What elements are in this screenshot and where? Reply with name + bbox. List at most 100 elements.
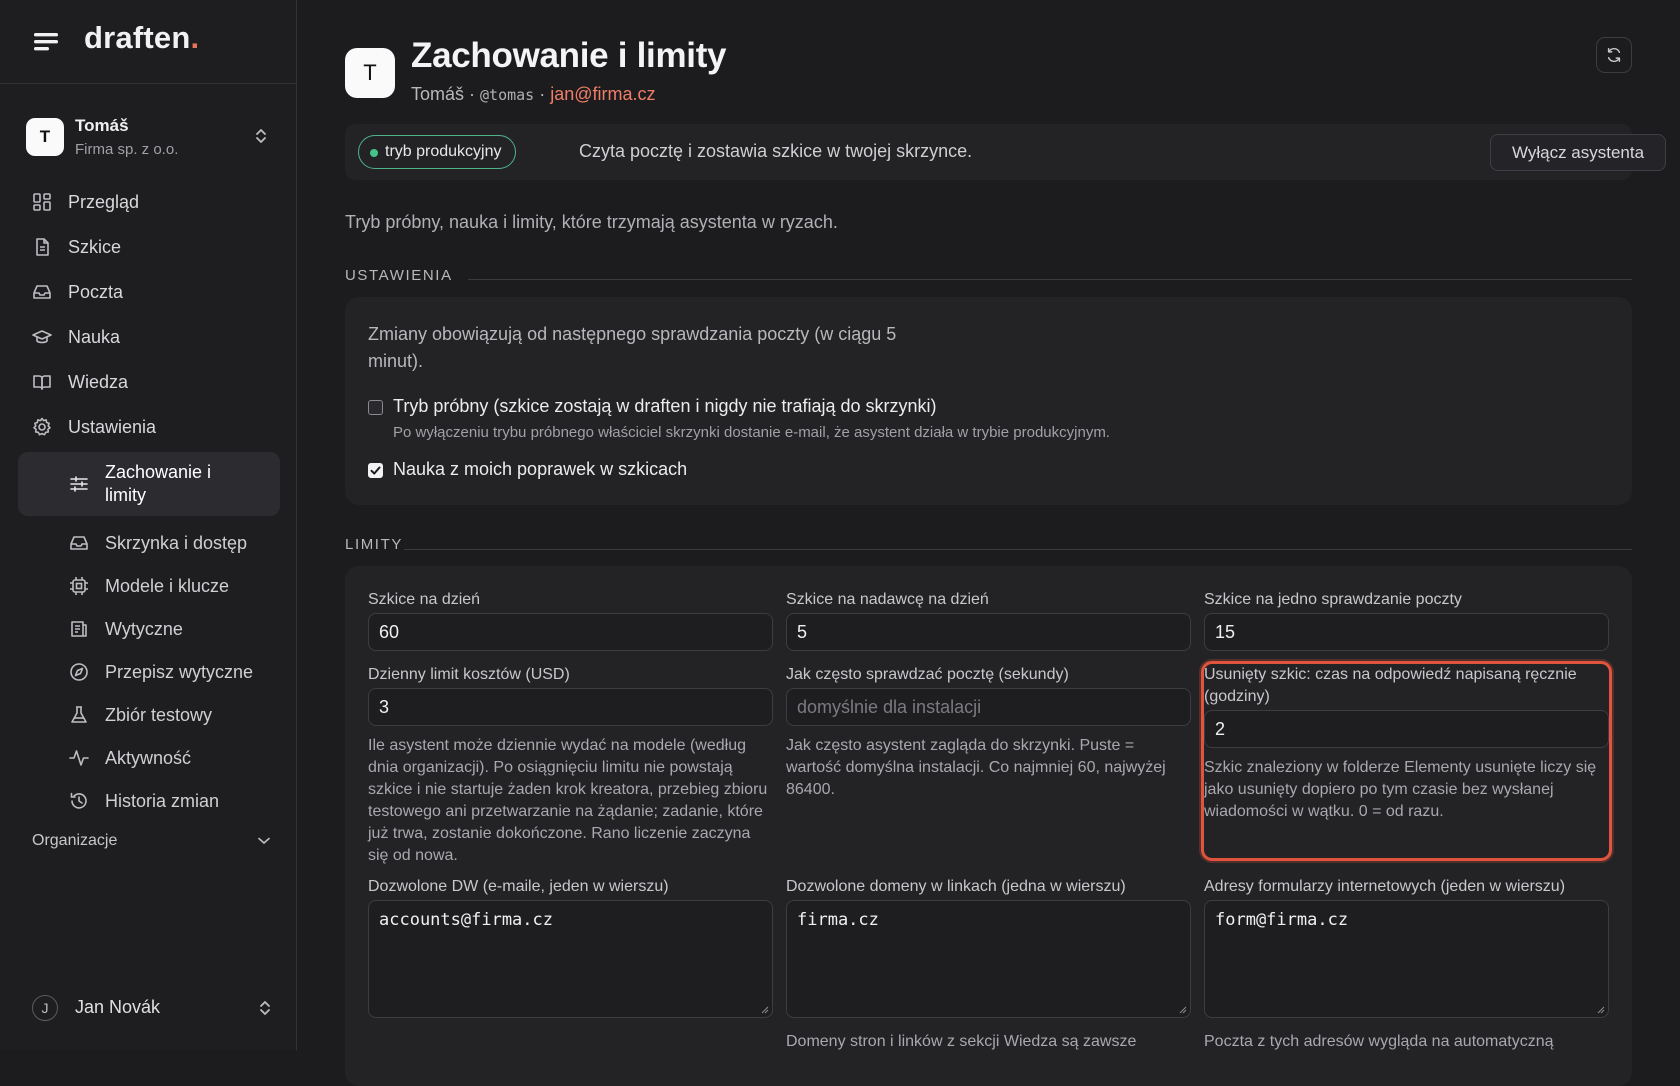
sidebar-item-nauka[interactable]: Nauka (18, 315, 280, 360)
owner-name: Tomáš (411, 84, 465, 104)
chip-icon (70, 577, 88, 595)
page-intro: Tryb próbny, nauka i limity, które trzym… (345, 212, 838, 232)
disable-assistant-button[interactable]: Wyłącz asystenta (1490, 134, 1666, 171)
field-label: Dozwolone domeny w linkach (jedna w wier… (786, 878, 1126, 895)
inbox-icon (33, 285, 51, 299)
chevron-down-icon (258, 837, 270, 845)
gear-icon (33, 417, 51, 436)
history-icon (70, 792, 87, 809)
brand-logo[interactable]: draften. (84, 20, 199, 56)
sidebar-subitem-aktywnosc[interactable]: Aktywność (18, 737, 280, 780)
field-label: Dozwolone DW (e-maile, jeden w wierszu) (368, 878, 669, 895)
sidebar-item-ustawienia[interactable]: Ustawienia (18, 405, 280, 450)
limits-card: Szkice na dzień 60 Szkice na nadawcę na … (345, 566, 1632, 1086)
learn-label: Nauka z moich poprawek w szkicach (393, 459, 688, 479)
sidebar-item-label: Zachowanie i limity (105, 462, 212, 505)
sidebar-subitem-wytyczne[interactable]: Wytyczne (18, 608, 280, 651)
divider (404, 549, 1632, 550)
deleted-draft-hours-input[interactable]: 2 (1204, 710, 1609, 748)
deleted-draft-field: Usunięty szkic: czas na odpowiedź napisa… (1201, 661, 1612, 861)
sidebar-item-szkice[interactable]: Szkice (18, 225, 280, 270)
account-org: Firma sp. z o.o. (75, 141, 179, 158)
drafts-per-sender-field: Szkice na nadawcę na dzień 5 (786, 589, 1191, 651)
sidebar-item-label: Skrzynka i dostęp (105, 533, 248, 553)
sidebar-item-label: Modele i klucze (105, 576, 230, 596)
limits-heading: LIMITY (345, 536, 403, 553)
sidebar-item-label: Aktywność (105, 748, 192, 768)
field-help: Jak często asystent zagląda do skrzynki.… (786, 737, 1166, 798)
grid-icon (33, 193, 51, 211)
sidebar-item-label: Wiedza (68, 372, 129, 392)
allowed-cc-textarea[interactable]: accounts@firma.cz (368, 900, 773, 1018)
user-menu[interactable]: J Jan Novák (32, 993, 272, 1023)
drafts-per-check-input[interactable]: 15 (1204, 613, 1609, 651)
account-name: Tomáš (75, 116, 129, 135)
allowed-cc-field: Dozwolone DW (e-maile, jeden w wierszu) … (368, 876, 773, 1018)
main-content: T Zachowanie i limity Tomáš · @tomas · j… (298, 0, 1680, 1086)
sidebar-subitem-historia[interactable]: Historia zmian (18, 780, 280, 823)
field-help: Szkic znaleziony w folderze Elementy usu… (1204, 759, 1597, 820)
sidebar-item-przeglad[interactable]: Przegląd (18, 180, 280, 225)
organizations-toggle[interactable]: Organizacje (32, 832, 272, 850)
trial-mode-checkbox[interactable] (368, 400, 383, 415)
sidebar-item-label: Historia zmian (105, 791, 220, 811)
compass-icon (70, 663, 88, 681)
field-label: Dzienny limit kosztów (USD) (368, 666, 570, 683)
sidebar-item-label: Przepisz wytyczne (105, 662, 254, 682)
cost-limit-input[interactable]: 3 (368, 688, 773, 726)
sidebar-nav: Przegląd Szkice Poczta Nauka Wiedza Usta… (18, 180, 280, 823)
poll-interval-input[interactable]: domyślnie dla instalacji (786, 688, 1191, 726)
sidebar-item-label: Przegląd (68, 192, 140, 212)
book-open-icon (33, 375, 51, 390)
owner-handle: @tomas (480, 86, 535, 104)
sidebar-subitem-zbior-testowy[interactable]: Zbiór testowy (18, 694, 280, 737)
organizations-label: Organizacje (32, 832, 118, 849)
field-label: Szkice na dzień (368, 591, 481, 608)
guidelines-icon (71, 621, 87, 637)
field-help: Ile asystent może dziennie wydać na mode… (368, 737, 768, 864)
chevron-up-down-icon (260, 1001, 270, 1015)
sidebar-item-label: Wytyczne (105, 619, 183, 639)
settings-heading: USTAWIENIA (345, 267, 453, 284)
page-avatar: T (345, 48, 395, 98)
sidebar-item-label: Nauka (68, 327, 121, 347)
form-addresses-field: Adresy formularzy internetowych (jeden w… (1204, 876, 1609, 1053)
sidebar-item-wiedza[interactable]: Wiedza (18, 360, 280, 405)
drafts-per-day-input[interactable]: 60 (368, 613, 773, 651)
owner-email-link[interactable]: jan@firma.cz (550, 84, 655, 104)
sidebar-item-label: Ustawienia (68, 417, 157, 437)
form-addresses-textarea[interactable]: form@firma.cz (1204, 900, 1609, 1018)
settings-card: Zmiany obowiązują od następnego sprawdza… (345, 297, 1632, 505)
account-switcher[interactable]: T Tomáš Firma sp. z o.o. (26, 112, 276, 162)
sidebar-subitem-skrzynka[interactable]: Skrzynka i dostęp (18, 522, 280, 565)
activity-icon (69, 750, 89, 766)
sidebar-subitem-przepisz[interactable]: Przepisz wytyczne (18, 651, 280, 694)
divider (468, 279, 1632, 280)
user-avatar: J (32, 995, 58, 1021)
resize-handle-icon[interactable] (1597, 1006, 1605, 1014)
flask-icon (71, 706, 87, 723)
cost-limit-field: Dzienny limit kosztów (USD) 3 Ile asyste… (368, 664, 773, 867)
settings-note: Zmiany obowiązują od następnego sprawdza… (368, 324, 897, 371)
sidebar-item-poczta[interactable]: Poczta (18, 270, 280, 315)
document-icon (36, 238, 49, 256)
refresh-icon (1607, 47, 1621, 63)
sidebar-item-label: Zbiór testowy (105, 705, 213, 725)
learn-checkbox[interactable] (368, 463, 383, 478)
sidebar-subitem-zachowanie-i-limity[interactable]: Zachowanie i limity (18, 452, 280, 516)
drafts-per-day-field: Szkice na dzień 60 (368, 589, 773, 651)
account-avatar: T (26, 118, 64, 156)
resize-handle-icon[interactable] (1179, 1006, 1187, 1014)
sidebar-subitem-modele[interactable]: Modele i klucze (18, 565, 280, 608)
refresh-button[interactable] (1596, 37, 1632, 73)
poll-interval-field: Jak często sprawdzać pocztę (sekundy) do… (786, 664, 1191, 801)
trial-mode-help: Po wyłączeniu trybu próbnego właściciel … (393, 424, 1110, 441)
resize-handle-icon[interactable] (761, 1006, 769, 1014)
drafts-per-sender-input[interactable]: 5 (786, 613, 1191, 651)
allowed-domains-textarea[interactable]: firma.cz (786, 900, 1191, 1018)
field-label: Jak często sprawdzać pocztę (sekundy) (786, 666, 1069, 683)
page-title: Zachowanie i limity (411, 36, 727, 75)
mode-status-bar: tryb produkcyjny Czyta pocztę i zostawia… (345, 124, 1666, 180)
field-label: Adresy formularzy internetowych (jeden w… (1204, 878, 1566, 895)
menu-icon[interactable] (32, 30, 60, 54)
